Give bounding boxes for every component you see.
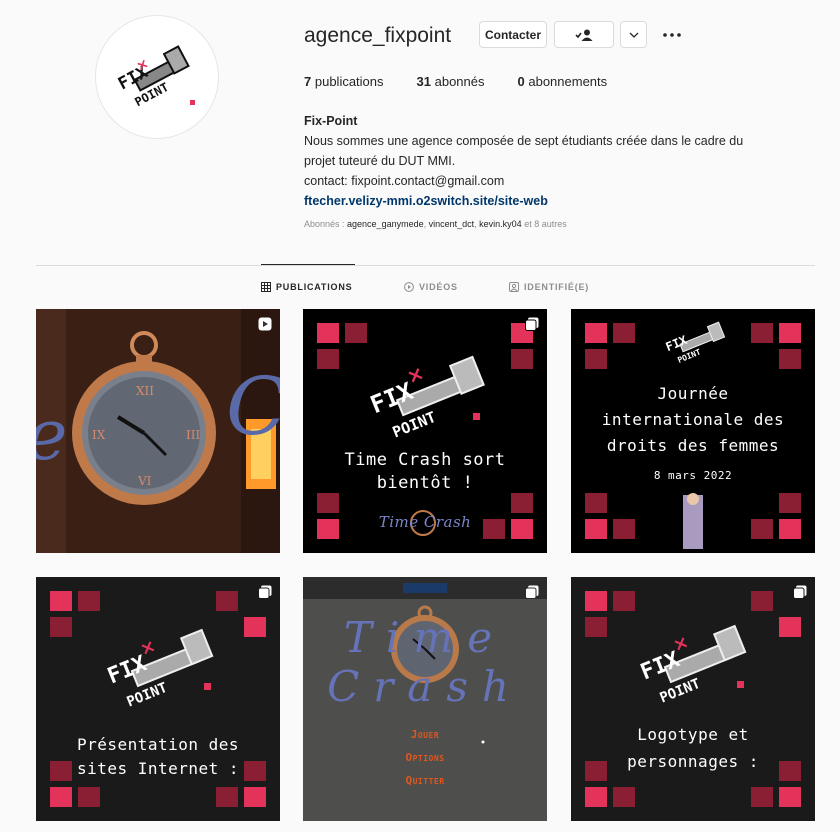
pixel-corners-decoration: FIX POINT × [585, 591, 801, 807]
svg-text:POINT: POINT [390, 408, 439, 442]
followed-by-prefix: Abonnés : [304, 219, 348, 229]
post-caption: Présentation des sites Internet : [36, 733, 280, 781]
post-caption: Logotype et personnages : [571, 721, 815, 775]
bio-line: Nous sommes une agence composée de sept … [304, 134, 744, 148]
svg-text:C: C [226, 360, 280, 453]
game-menu: Jouer Options Quitter [303, 723, 547, 792]
post-thumbnail[interactable]: FIX POINT Journée internationale des dro… [571, 309, 815, 553]
profile-tabs: PUBLICATIONS VIDÉOS IDENTIFIÉ(E) [0, 282, 840, 296]
post-caption: Time Crash sort bientôt ! [303, 449, 547, 495]
tab-label: VIDÉOS [419, 282, 458, 292]
follower-username[interactable]: kevin.ky04 [479, 219, 522, 229]
post-date: 8 mars 2022 [653, 469, 733, 482]
follower-username[interactable]: vincent_dct [429, 219, 475, 229]
user-check-icon [575, 29, 593, 41]
followers-label: abonnés [434, 74, 485, 89]
carousel-icon [258, 585, 272, 599]
bio-line: projet tuteuré du DUT MMI. [304, 154, 456, 168]
game-title: Time Crash [327, 613, 523, 711]
posts-label: publications [314, 74, 384, 89]
bio-contact: contact: fixpoint.contact@gmail.com [304, 174, 505, 188]
tab-tagged[interactable]: IDENTIFIÉ(E) [509, 282, 589, 292]
following-stat[interactable]: 0 abonnements [518, 74, 608, 89]
caption-line: Journée [657, 384, 729, 403]
play-icon [404, 282, 414, 292]
grid-icon [261, 282, 271, 292]
reel-icon [258, 317, 272, 331]
menu-quitter: Quitter [405, 774, 445, 787]
bio-website-link[interactable]: ftecher.velizy-mmi.o2switch.site/site-we… [304, 191, 784, 211]
carousel-icon [525, 585, 539, 599]
tab-label: PUBLICATIONS [276, 282, 353, 292]
tabs-divider [36, 265, 815, 266]
followed-by[interactable]: Abonnés : agence_ganymede, vincent_dct, … [304, 219, 567, 229]
caption-line: Logotype et [637, 725, 749, 744]
caption-line: internationale des [601, 410, 785, 429]
svg-text:VI: VI [137, 474, 152, 488]
caption-line: Time Crash sort [344, 450, 506, 470]
svg-text:III: III [186, 428, 200, 442]
pixel-corners-decoration: FIX POINT × [50, 591, 266, 807]
profile-avatar[interactable]: FIX POINT × [95, 15, 219, 139]
caption-line: sites Internet : [76, 759, 240, 778]
following-button[interactable] [554, 21, 614, 48]
post-thumbnail[interactable]: e C XII III VI IX [36, 309, 280, 553]
profile-bio: Fix-Point Nous sommes une agence composé… [304, 111, 784, 211]
time-crash-logo: Time Crash [378, 513, 472, 531]
followers-count: 31 [416, 74, 431, 89]
svg-text:POINT: POINT [658, 676, 703, 707]
more-options-button[interactable] [660, 24, 684, 46]
svg-text:POINT: POINT [125, 680, 170, 711]
follower-username[interactable]: agence_ganymede [347, 219, 424, 229]
svg-text:IX: IX [92, 428, 106, 442]
svg-text:XII: XII [136, 384, 154, 398]
chevron-down-icon [629, 32, 638, 38]
tab-label: IDENTIFIÉ(E) [524, 282, 590, 292]
carousel-icon [525, 317, 539, 331]
menu-options: Options [405, 751, 445, 764]
fixpoint-logo: FIX POINT × [115, 45, 195, 109]
post-thumbnail[interactable]: Time Crash Jouer Options Quitter [303, 577, 547, 821]
caption-line: bientôt ! [376, 473, 474, 493]
tab-videos[interactable]: VIDÉOS [404, 282, 458, 292]
menu-jouer: Jouer [410, 728, 440, 741]
suggestions-dropdown-button[interactable] [620, 21, 647, 48]
post-thumbnail[interactable]: FIX POINT × Logotype et personnages : [571, 577, 815, 821]
profile-username: agence_fixpoint [304, 24, 452, 47]
carousel-icon [793, 585, 807, 599]
contact-button[interactable]: Contacter [479, 21, 547, 48]
post-thumbnail[interactable]: FIX POINT × Présentation des sites Inter… [36, 577, 280, 821]
active-tab-indicator [261, 264, 355, 265]
following-label: abonnements [528, 74, 608, 89]
followed-by-suffix: et 8 autres [521, 219, 567, 229]
tag-icon [509, 282, 519, 292]
posts-count: 7 [304, 74, 312, 89]
tab-publications[interactable]: PUBLICATIONS [261, 282, 352, 292]
caption-line: droits des femmes [606, 436, 780, 455]
profile-full-name: Fix-Point [304, 114, 358, 128]
post-thumbnail[interactable]: FIX POINT × Time Crash sort bientôt ! Ti… [303, 309, 547, 553]
caption-line: personnages : [627, 752, 759, 771]
svg-text:e: e [36, 394, 67, 476]
caption-line: Présentation des [76, 735, 240, 754]
posts-stat: 7 publications [304, 74, 384, 89]
post-caption: Journée internationale des droits des fe… [571, 381, 815, 459]
svg-text:POINT: POINT [676, 347, 702, 364]
pocket-watch-image: e C XII III VI IX [36, 309, 280, 553]
more-horizontal-icon [663, 33, 681, 37]
profile-stats: 7 publications 31 abonnés 0 abonnements [304, 74, 640, 89]
followers-stat[interactable]: 31 abonnés [417, 74, 485, 89]
following-count: 0 [517, 74, 525, 89]
